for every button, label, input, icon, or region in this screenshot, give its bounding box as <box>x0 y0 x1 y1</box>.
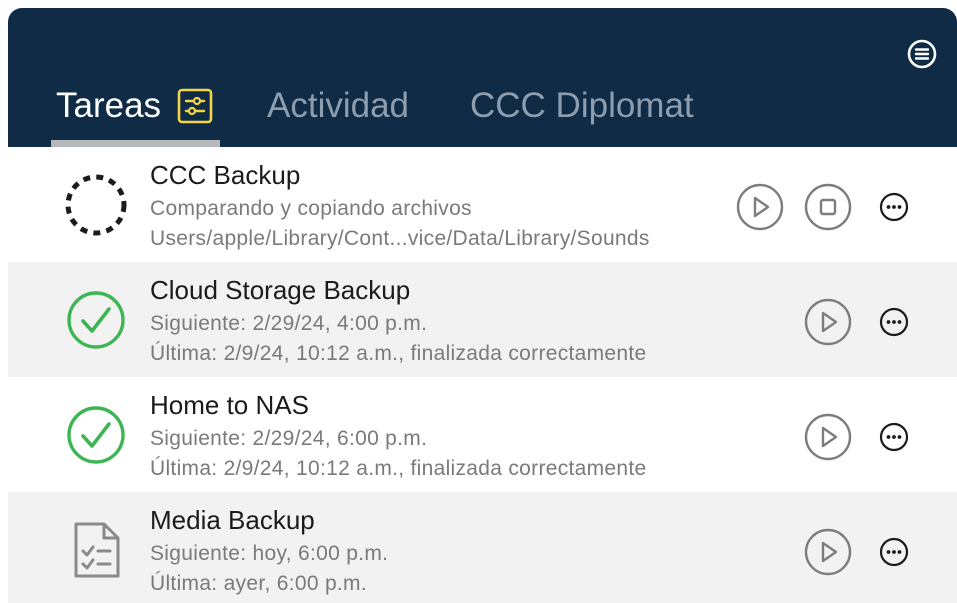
task-row-home-to-nas[interactable]: Home to NAS Siguiente: 2/29/24, 6:00 p.m… <box>8 377 957 492</box>
ellipsis-circle-icon[interactable] <box>878 191 910 223</box>
app-window: Tareas Actividad CCC Diplomat CCC Backup… <box>8 8 957 603</box>
task-last-run: Última: 2/9/24, 10:12 a.m., finalizada c… <box>150 342 647 365</box>
checklist-document-icon <box>64 518 128 582</box>
task-last-run: Última: ayer, 6:00 p.m. <box>150 572 367 595</box>
checkmark-circle-icon <box>64 403 128 467</box>
play-circle-icon[interactable] <box>804 413 852 461</box>
tab-tareas[interactable]: Tareas <box>56 86 213 126</box>
ellipsis-circle-icon[interactable] <box>878 306 910 338</box>
task-row-cloud-storage-backup[interactable]: Cloud Storage Backup Siguiente: 2/29/24,… <box>8 262 957 377</box>
stop-circle-icon[interactable] <box>804 183 852 231</box>
tab-actividad[interactable]: Actividad <box>267 86 409 126</box>
task-current-path: Users/apple/Library/Cont...vice/Data/Lib… <box>150 227 650 250</box>
spinner-icon <box>64 173 128 237</box>
ellipsis-circle-icon[interactable] <box>878 421 910 453</box>
play-circle-icon[interactable] <box>804 528 852 576</box>
task-row-ccc-backup[interactable]: CCC Backup Comparando y copiando archivo… <box>8 147 957 262</box>
task-name: Home to NAS <box>150 390 309 420</box>
play-circle-icon[interactable] <box>804 298 852 346</box>
task-name: Cloud Storage Backup <box>150 275 411 305</box>
play-circle-icon[interactable] <box>736 183 784 231</box>
task-last-run: Última: 2/9/24, 10:12 a.m., finalizada c… <box>150 457 647 480</box>
tab-ccc-diplomat[interactable]: CCC Diplomat <box>470 86 694 126</box>
ellipsis-circle-icon[interactable] <box>878 536 910 568</box>
task-next-run: Siguiente: hoy, 6:00 p.m. <box>150 542 389 565</box>
task-next-run: Siguiente: 2/29/24, 6:00 p.m. <box>150 427 428 450</box>
list-circle-icon[interactable] <box>906 38 938 70</box>
task-name: CCC Backup <box>150 160 301 190</box>
active-tab-indicator <box>51 140 220 147</box>
task-name: Media Backup <box>150 505 315 535</box>
sliders-icon[interactable] <box>177 88 213 124</box>
tab-tareas-label: Tareas <box>56 86 162 125</box>
checkmark-circle-icon <box>64 288 128 352</box>
task-next-run: Siguiente: 2/29/24, 4:00 p.m. <box>150 312 428 335</box>
task-row-media-backup[interactable]: Media Backup Siguiente: hoy, 6:00 p.m. Ú… <box>8 492 957 603</box>
header-bar: Tareas Actividad CCC Diplomat <box>8 8 957 147</box>
task-status-text: Comparando y copiando archivos <box>150 197 472 220</box>
